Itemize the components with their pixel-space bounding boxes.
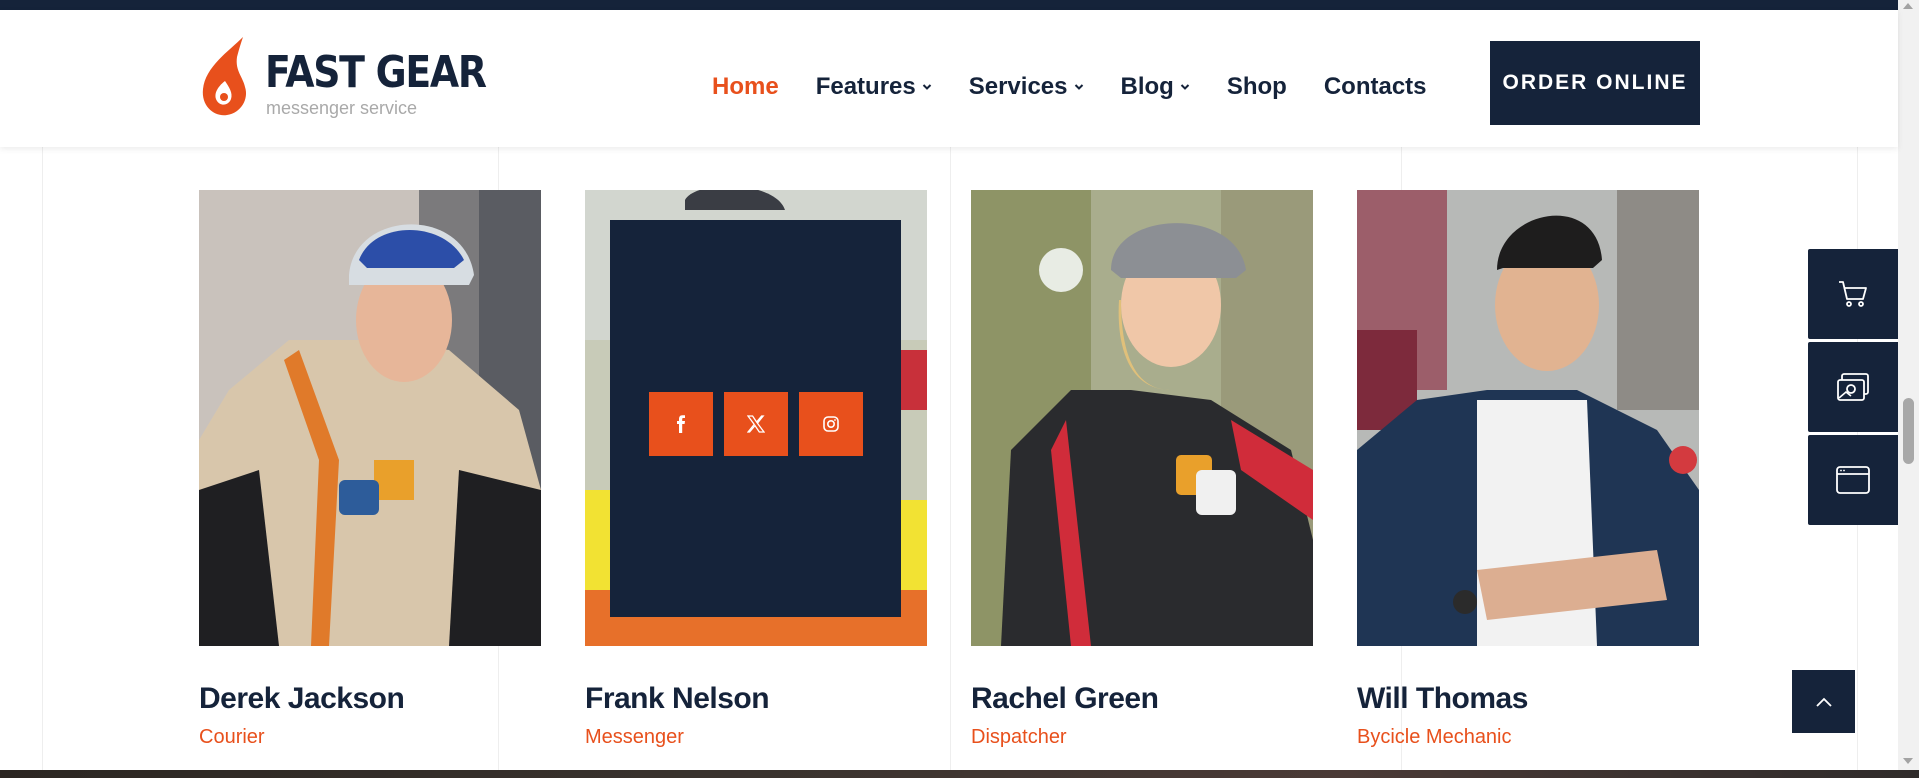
nav-item-label: Contacts xyxy=(1323,73,1427,100)
team-card[interactable]: Derek Jackson Courier xyxy=(199,190,541,749)
nav-item-label: Blog xyxy=(1120,73,1174,100)
nav-item-contacts[interactable]: Contacts xyxy=(1324,73,1427,101)
social-overlay xyxy=(610,220,901,617)
member-role: Dispatcher xyxy=(971,726,1067,748)
team-photo xyxy=(971,190,1313,646)
team-photo xyxy=(199,190,541,646)
side-panel xyxy=(1808,249,1898,528)
column-divider xyxy=(42,147,43,770)
nav-item-label: Home xyxy=(712,73,779,100)
x-link[interactable] xyxy=(724,392,788,456)
instagram-link[interactable] xyxy=(799,392,863,456)
site-header: FAST GEAR messenger service Home Feature… xyxy=(0,10,1898,147)
browser-window-icon xyxy=(1836,466,1870,494)
member-name: Rachel Green xyxy=(971,682,1159,715)
nav-item-label: Features xyxy=(815,73,916,100)
cart-button[interactable] xyxy=(1808,249,1898,339)
nav-item-label: Services xyxy=(968,73,1068,100)
team-card[interactable]: Frank Nelson Messenger xyxy=(585,190,927,749)
nav-item-home[interactable]: Home xyxy=(712,73,779,101)
brand-name: FAST GEAR xyxy=(265,47,487,98)
brand-tagline: messenger service xyxy=(266,98,418,118)
main-nav: Home Features Services Blog Shop Contact… xyxy=(712,73,1464,101)
scroll-down-arrow-icon[interactable] xyxy=(1903,758,1913,764)
nav-item-blog[interactable]: Blog xyxy=(1121,73,1190,101)
member-role: Bycicle Mechanic xyxy=(1357,726,1512,748)
top-accent-strip xyxy=(0,0,1898,10)
member-name: Derek Jackson xyxy=(199,682,405,715)
facebook-link[interactable] xyxy=(649,392,713,456)
team-photo xyxy=(585,190,927,646)
member-role: Courier xyxy=(199,726,265,748)
chevron-down-icon xyxy=(1180,84,1190,90)
cart-icon xyxy=(1839,281,1867,307)
order-online-button[interactable]: ORDER ONLINE xyxy=(1490,41,1700,125)
x-icon xyxy=(747,415,765,433)
instagram-icon xyxy=(823,416,839,432)
chevron-down-icon xyxy=(1074,84,1083,90)
gallery-button[interactable] xyxy=(1808,342,1898,432)
nav-item-shop[interactable]: Shop xyxy=(1227,73,1287,101)
facebook-icon xyxy=(677,415,685,433)
column-divider xyxy=(950,147,951,770)
logo[interactable]: FAST GEAR messenger service xyxy=(199,37,489,118)
nav-item-features[interactable]: Features xyxy=(816,73,932,101)
team-card[interactable]: Will Thomas Bycicle Mechanic xyxy=(1357,190,1699,749)
chevron-up-icon xyxy=(1815,697,1832,707)
team-photo xyxy=(1357,190,1699,646)
browser-window-button[interactable] xyxy=(1808,435,1898,525)
member-name: Frank Nelson xyxy=(585,682,770,715)
chevron-down-icon xyxy=(922,84,931,90)
scroll-to-top-button[interactable] xyxy=(1792,670,1855,733)
page-scrollbar[interactable] xyxy=(1898,0,1919,770)
team-card[interactable]: Rachel Green Dispatcher xyxy=(971,190,1313,749)
member-name: Will Thomas xyxy=(1357,682,1528,715)
scroll-up-arrow-icon[interactable] xyxy=(1903,3,1913,9)
gallery-icon xyxy=(1837,373,1869,401)
nav-item-services[interactable]: Services xyxy=(969,73,1084,101)
bottom-image-strip xyxy=(0,770,1919,778)
member-role: Messenger xyxy=(585,726,684,748)
nav-item-label: Shop xyxy=(1226,73,1287,100)
scrollbar-thumb[interactable] xyxy=(1903,398,1914,464)
social-links xyxy=(649,392,863,456)
logo-flame-icon xyxy=(202,37,247,116)
